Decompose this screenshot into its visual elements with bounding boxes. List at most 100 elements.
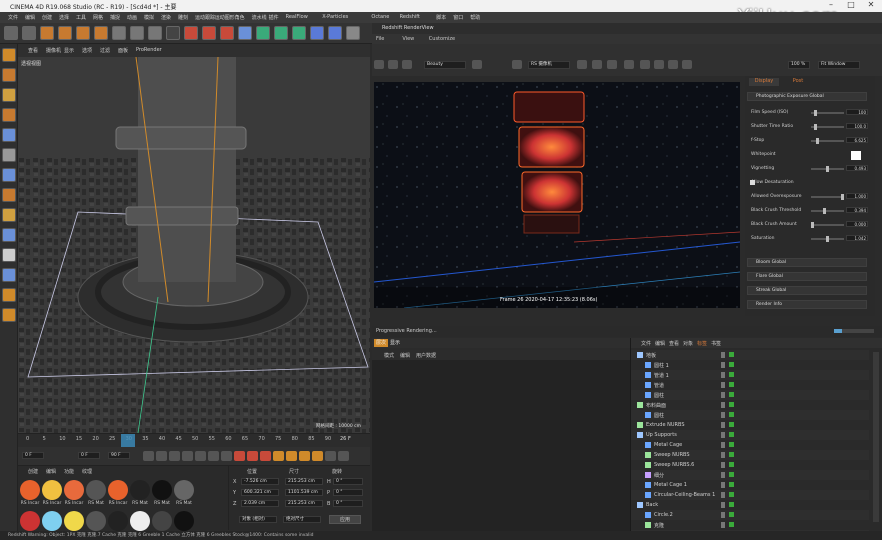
property-slider[interactable] [811,222,844,228]
enable-check-icon[interactable] [729,432,734,437]
play-render-icon[interactable] [388,60,398,69]
material-swatch[interactable] [130,480,150,500]
props-tab[interactable]: Post [783,78,813,86]
object-row[interactable]: 圆柱 [631,410,869,420]
material-swatch[interactable] [64,511,84,531]
object-manager-menu-item[interactable]: 查看 [669,340,679,347]
maximize-button[interactable]: □ [842,0,860,9]
render-view-icon[interactable] [202,26,216,40]
slider-knob[interactable] [815,138,819,144]
menu-item[interactable]: 角色 [235,14,245,21]
menu-item[interactable]: 编辑 [25,14,35,21]
material-swatch[interactable] [152,480,172,500]
enable-check-icon[interactable] [729,452,734,457]
sphere-icon[interactable] [624,60,634,69]
object-row[interactable]: 克隆 [631,520,869,530]
object-row[interactable]: Metal Cage 1 [631,480,869,490]
menu-item[interactable]: 运动跟踪 [195,14,215,21]
renderview-menu-item[interactable]: Customize [429,36,455,42]
coords-mode-select[interactable]: 对象 (相对) [239,516,277,523]
slider-knob[interactable] [811,222,814,228]
material-swatch[interactable] [86,511,106,531]
layer-tab[interactable]: 层次 [374,339,389,347]
select-icon[interactable] [40,26,54,40]
menu-item[interactable]: 帮助 [470,14,480,21]
lock-icon[interactable] [577,60,587,69]
visibility-dots[interactable] [721,522,725,528]
menu-item[interactable]: 插件 [269,14,279,21]
scene-icon[interactable] [328,26,342,40]
points-icon[interactable] [2,88,16,102]
apply-button[interactable]: 应用 [329,515,361,524]
grid-icon[interactable] [2,288,16,302]
checkbox[interactable] [750,180,755,185]
object-row[interactable]: 圆柱 [631,390,869,400]
property-slider[interactable] [811,208,844,214]
visibility-dots[interactable] [721,432,725,438]
next-key-icon[interactable] [208,451,219,461]
object-row[interactable]: 管道 1 [631,370,869,380]
light-icon[interactable] [346,26,360,40]
object-row[interactable]: Sweep NURBS [631,450,869,460]
renderview-menu-item[interactable]: File [376,36,384,42]
property-slider[interactable] [811,124,844,130]
viewport-menu-item[interactable]: 摄像机 [46,47,61,54]
material-swatch[interactable] [86,480,106,500]
pen-icon[interactable] [256,26,270,40]
snapshot-icon[interactable] [374,60,384,69]
deformer-icon[interactable] [310,26,324,40]
menu-item[interactable]: 雕刻 [178,14,188,21]
enable-check-icon[interactable] [729,422,734,427]
enable-check-icon[interactable] [729,412,734,417]
move-key-icon[interactable] [273,451,284,461]
param-key-icon[interactable] [312,451,323,461]
menu-item[interactable]: 渲染 [161,14,171,21]
slider-knob[interactable] [814,110,817,116]
enable-check-icon[interactable] [729,372,734,377]
property-slider[interactable] [811,236,844,242]
close-button[interactable]: ✕ [862,0,880,9]
menu-item[interactable]: 运动图形 [215,14,235,21]
y-axis-icon[interactable] [130,26,144,40]
visibility-dots[interactable] [721,502,725,508]
visibility-dots[interactable] [721,382,725,388]
magnet-icon[interactable] [2,248,16,262]
z-axis-icon[interactable] [148,26,162,40]
bucket-icon[interactable] [607,60,617,69]
material-swatch[interactable] [20,511,40,531]
object-row[interactable]: Circular-Ceiling-Beams 1 [631,490,869,500]
rotation-field[interactable]: 0 ° [333,478,363,485]
perspective-viewport[interactable]: 透视视图 网格间距 : 10000 cm [18,57,370,433]
enable-check-icon[interactable] [729,492,734,497]
property-value[interactable]: 1.042 [846,235,868,241]
size-field[interactable]: 215.253 cm [285,500,323,507]
menu-item[interactable]: Redshift [400,14,420,20]
rotation-field[interactable]: 0 ° [333,500,363,507]
slider-knob[interactable] [823,208,826,214]
menu-item[interactable]: 工具 [76,14,86,21]
rotate-icon[interactable] [94,26,108,40]
property-value[interactable]: 0.493 [846,165,868,171]
visibility-dots[interactable] [721,492,725,498]
property-slider[interactable] [811,138,844,144]
next-frame-icon[interactable] [195,451,206,461]
enable-check-icon[interactable] [729,502,734,507]
enable-check-icon[interactable] [729,442,734,447]
position-field[interactable]: 2.039 cm [241,500,279,507]
timeline-ruler[interactable]: 051015202530354045505560657075808590 26 … [18,433,370,447]
visibility-dots[interactable] [721,392,725,398]
enable-check-icon[interactable] [729,462,734,467]
scale-key-icon[interactable] [286,451,297,461]
enable-check-icon[interactable] [729,362,734,367]
viewport-menu-item[interactable]: 过滤 [100,47,110,54]
render-settings-icon[interactable] [220,26,234,40]
visibility-dots[interactable] [721,402,725,408]
post-effect-section[interactable]: Flare Global [747,272,867,281]
material-swatch[interactable] [42,480,62,500]
property-slider[interactable] [811,166,844,172]
visibility-dots[interactable] [721,352,725,358]
material-swatch[interactable] [64,480,84,500]
checker-icon[interactable] [2,68,16,82]
property-value[interactable]: 6.625 [846,137,868,143]
viewport-menu-item[interactable]: 显示 [64,47,74,54]
